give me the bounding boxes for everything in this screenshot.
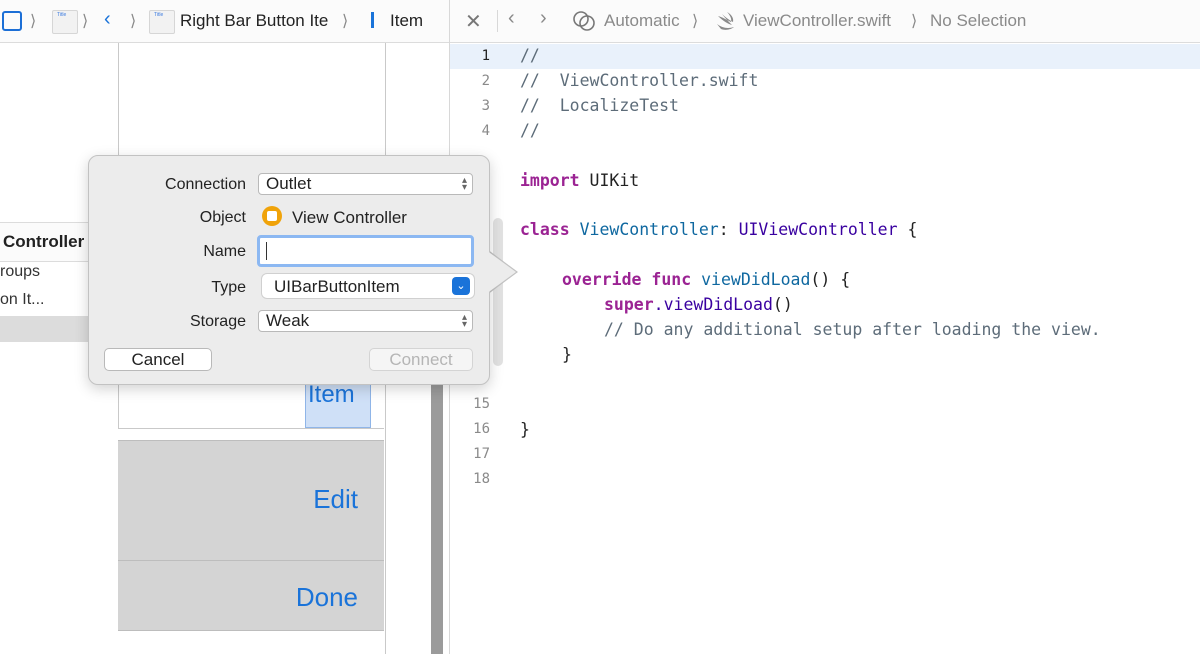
name-input[interactable] xyxy=(257,235,474,267)
line-number: 18 xyxy=(473,471,490,487)
keyword-token: import xyxy=(520,171,580,190)
code-line-override[interactable]: override func viewDidLoad() { xyxy=(562,270,850,289)
code-line-close-outer[interactable]: } xyxy=(520,420,530,439)
method-call-token: .viewDidLoad xyxy=(653,295,773,314)
updown-chevron-icon: ▴ ▾ xyxy=(461,312,467,330)
line-number: 16 xyxy=(473,421,490,437)
connection-select[interactable]: Outlet ▴ ▾ xyxy=(258,173,473,195)
scene-footer xyxy=(118,630,384,655)
breadcrumb-selection[interactable]: No Selection xyxy=(930,11,1026,31)
brace-token: { xyxy=(907,220,918,239)
close-editor-icon[interactable]: ✕ xyxy=(465,9,482,34)
edit-button[interactable]: Edit xyxy=(313,484,358,515)
line-number: 1 xyxy=(481,48,490,64)
outline-button-item-label[interactable]: on It... xyxy=(0,291,44,309)
outline-header-row: Controller xyxy=(0,222,88,262)
cancel-button[interactable]: Cancel xyxy=(104,348,212,371)
code-line-close-inner[interactable]: } xyxy=(562,345,572,364)
breadcrumb-item[interactable]: Item xyxy=(390,11,423,31)
object-label: Object xyxy=(199,209,246,226)
bar-button-item-icon xyxy=(371,12,374,28)
method-name-token: viewDidLoad xyxy=(701,270,811,289)
code-line[interactable]: // ViewController.swift xyxy=(520,71,758,90)
storyboard-scene-icon[interactable] xyxy=(2,11,22,31)
name-label: Name xyxy=(203,243,246,260)
updown-chevron-icon: ▴ ▾ xyxy=(461,175,467,193)
code-line-import[interactable]: import UIKit xyxy=(520,171,639,190)
current-line-highlight xyxy=(450,44,1200,69)
breadcrumb-right-bar-button[interactable]: Right Bar Button Ite xyxy=(180,11,328,31)
chevron-right-icon: ⟩ xyxy=(911,13,918,30)
chevron-right-icon: ⟩ xyxy=(130,13,137,30)
object-value: View Controller xyxy=(292,208,407,227)
module-token: UIKit xyxy=(589,171,640,190)
thumb-title-label: Title xyxy=(57,12,67,18)
connect-button[interactable]: Connect xyxy=(369,348,473,371)
code-line[interactable]: // xyxy=(520,46,540,65)
forward-arrow-icon[interactable]: › xyxy=(540,7,547,30)
line-number: 2 xyxy=(481,73,490,89)
chevron-right-icon: ⟩ xyxy=(82,13,89,30)
storage-select[interactable]: Weak ▴ ▾ xyxy=(258,310,473,332)
type-combobox[interactable]: UIBarButtonItem ⌄ xyxy=(262,274,474,298)
connection-value: Outlet xyxy=(266,174,312,193)
edit-cell[interactable]: Edit xyxy=(118,440,384,561)
keyword-token: func xyxy=(651,270,692,289)
chevron-right-icon: ⟩ xyxy=(692,13,699,30)
keyword-token: class xyxy=(520,220,570,239)
storage-value: Weak xyxy=(266,311,310,330)
text-cursor xyxy=(266,242,267,260)
code-line-super[interactable]: super.viewDidLoad() xyxy=(604,295,793,314)
breadcrumb-file[interactable]: ViewController.swift xyxy=(743,11,891,31)
line-number: 4 xyxy=(481,123,490,139)
punct-token: () { xyxy=(810,270,851,289)
toolbar-separator xyxy=(497,10,498,32)
chevron-down-icon[interactable]: ⌄ xyxy=(452,277,470,295)
storage-label: Storage xyxy=(189,313,246,330)
popover-arrow xyxy=(486,250,516,294)
punct-token: : xyxy=(718,220,729,239)
outline-controller-label[interactable]: Controller xyxy=(3,232,84,252)
keyword-token: super xyxy=(604,295,654,314)
view-controller-object-icon xyxy=(262,206,282,226)
related-items-icon[interactable] xyxy=(572,9,596,33)
swift-file-icon xyxy=(717,12,734,30)
nav-back-icon[interactable]: ‹ xyxy=(104,8,111,31)
item-button-label: Item xyxy=(308,381,355,408)
code-line[interactable]: // xyxy=(520,121,540,140)
keyword-token: override xyxy=(562,270,642,289)
code-line-class[interactable]: class ViewController: UIViewController { xyxy=(520,220,917,239)
view-controller-thumb-icon[interactable]: Title xyxy=(52,10,78,34)
outline-groups-label[interactable]: roups xyxy=(0,263,40,281)
type-value: UIBarButtonItem xyxy=(274,277,400,296)
navigation-item-thumb-icon[interactable]: Title xyxy=(149,10,175,34)
selected-bar-button-item[interactable]: Item xyxy=(305,378,371,428)
canvas-scroll-edge xyxy=(431,380,443,654)
line-number: 3 xyxy=(481,98,490,114)
code-line[interactable]: // LocalizeTest xyxy=(520,96,679,115)
chevron-right-icon: ⟩ xyxy=(30,13,37,30)
class-name-token: ViewController xyxy=(579,220,719,239)
punct-token: () xyxy=(772,295,793,314)
breadcrumb-automatic[interactable]: Automatic xyxy=(604,11,680,31)
superclass-token: UIViewController xyxy=(738,220,898,239)
connection-label: Connection xyxy=(165,176,246,193)
type-label: Type xyxy=(211,279,246,296)
code-line-comment[interactable]: // Do any additional setup after loading… xyxy=(604,320,1101,339)
done-button[interactable]: Done xyxy=(296,582,358,613)
back-arrow-icon[interactable]: ‹ xyxy=(508,7,515,30)
thumb-title-label: Title xyxy=(154,12,164,18)
line-number: 15 xyxy=(473,396,490,412)
chevron-right-icon: ⟩ xyxy=(342,13,349,30)
line-number: 17 xyxy=(473,446,490,462)
done-cell[interactable]: Done xyxy=(118,560,384,633)
